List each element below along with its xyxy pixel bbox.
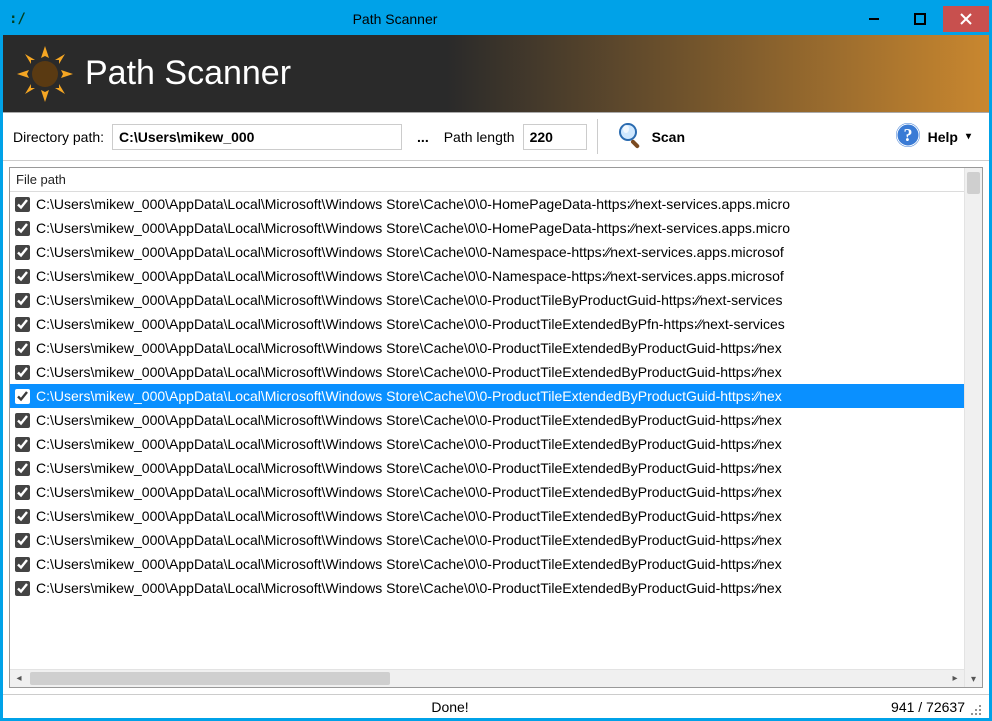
path-length-label: Path length bbox=[444, 129, 515, 145]
path-length-input[interactable] bbox=[523, 124, 587, 150]
row-checkbox[interactable] bbox=[15, 485, 30, 500]
horizontal-scrollbar[interactable]: ◂ ▸ bbox=[10, 669, 964, 687]
horizontal-scroll-thumb[interactable] bbox=[30, 672, 390, 685]
help-button[interactable]: ? Help ▾ bbox=[886, 117, 979, 156]
row-path: C:\Users\mikew_000\AppData\Local\Microso… bbox=[36, 508, 782, 524]
vertical-scrollbar[interactable]: ▾ bbox=[964, 168, 982, 687]
table-row[interactable]: C:\Users\mikew_000\AppData\Local\Microso… bbox=[10, 552, 964, 576]
browse-button[interactable]: ... bbox=[410, 125, 436, 149]
svg-text:?: ? bbox=[903, 125, 912, 145]
row-path: C:\Users\mikew_000\AppData\Local\Microso… bbox=[36, 556, 782, 572]
row-checkbox[interactable] bbox=[15, 509, 30, 524]
resize-grip-icon[interactable] bbox=[969, 703, 983, 717]
chevron-down-icon: ▾ bbox=[966, 131, 971, 142]
scan-label: Scan bbox=[652, 129, 685, 145]
table-row[interactable]: C:\Users\mikew_000\AppData\Local\Microso… bbox=[10, 528, 964, 552]
minimize-button[interactable] bbox=[851, 6, 897, 32]
row-path: C:\Users\mikew_000\AppData\Local\Microso… bbox=[36, 460, 782, 476]
close-button[interactable] bbox=[943, 6, 989, 32]
results-area: File path C:\Users\mikew_000\AppData\Loc… bbox=[3, 161, 989, 694]
row-path: C:\Users\mikew_000\AppData\Local\Microso… bbox=[36, 412, 782, 428]
table-row[interactable]: C:\Users\mikew_000\AppData\Local\Microso… bbox=[10, 312, 964, 336]
row-path: C:\Users\mikew_000\AppData\Local\Microso… bbox=[36, 388, 782, 404]
vertical-scroll-thumb[interactable] bbox=[967, 172, 980, 194]
table-row[interactable]: C:\Users\mikew_000\AppData\Local\Microso… bbox=[10, 240, 964, 264]
table-row[interactable]: C:\Users\mikew_000\AppData\Local\Microso… bbox=[10, 504, 964, 528]
toolbar: Directory path: ... Path length Scan bbox=[3, 113, 989, 161]
table-row[interactable]: C:\Users\mikew_000\AppData\Local\Microso… bbox=[10, 216, 964, 240]
row-checkbox[interactable] bbox=[15, 293, 30, 308]
magnifier-icon bbox=[616, 120, 646, 153]
table-row[interactable]: C:\Users\mikew_000\AppData\Local\Microso… bbox=[10, 432, 964, 456]
table-row[interactable]: C:\Users\mikew_000\AppData\Local\Microso… bbox=[10, 408, 964, 432]
row-checkbox[interactable] bbox=[15, 389, 30, 404]
row-checkbox[interactable] bbox=[15, 245, 30, 260]
row-path: C:\Users\mikew_000\AppData\Local\Microso… bbox=[36, 220, 790, 236]
table-row[interactable]: C:\Users\mikew_000\AppData\Local\Microso… bbox=[10, 576, 964, 600]
scan-button[interactable]: Scan bbox=[608, 116, 693, 157]
row-checkbox[interactable] bbox=[15, 197, 30, 212]
row-path: C:\Users\mikew_000\AppData\Local\Microso… bbox=[36, 244, 784, 260]
table-row[interactable]: C:\Users\mikew_000\AppData\Local\Microso… bbox=[10, 360, 964, 384]
row-path: C:\Users\mikew_000\AppData\Local\Microso… bbox=[36, 436, 782, 452]
table-row[interactable]: C:\Users\mikew_000\AppData\Local\Microso… bbox=[10, 384, 964, 408]
row-checkbox[interactable] bbox=[15, 365, 30, 380]
scroll-right-arrow-icon[interactable]: ▸ bbox=[946, 673, 964, 684]
table-row[interactable]: C:\Users\mikew_000\AppData\Local\Microso… bbox=[10, 456, 964, 480]
dir-path-label: Directory path: bbox=[13, 129, 104, 145]
row-checkbox[interactable] bbox=[15, 341, 30, 356]
row-path: C:\Users\mikew_000\AppData\Local\Microso… bbox=[36, 364, 782, 380]
row-checkbox[interactable] bbox=[15, 557, 30, 572]
row-checkbox[interactable] bbox=[15, 269, 30, 284]
window-title: Path Scanner bbox=[0, 11, 851, 27]
table-row[interactable]: C:\Users\mikew_000\AppData\Local\Microso… bbox=[10, 336, 964, 360]
row-path: C:\Users\mikew_000\AppData\Local\Microso… bbox=[36, 268, 784, 284]
app-header: Path Scanner bbox=[3, 35, 989, 113]
results-frame: File path C:\Users\mikew_000\AppData\Loc… bbox=[9, 167, 983, 688]
status-counts: 941 / 72637 bbox=[891, 699, 969, 715]
help-icon: ? bbox=[894, 121, 922, 152]
row-checkbox[interactable] bbox=[15, 461, 30, 476]
row-checkbox[interactable] bbox=[15, 221, 30, 236]
scroll-left-arrow-icon[interactable]: ◂ bbox=[10, 673, 28, 684]
row-path: C:\Users\mikew_000\AppData\Local\Microso… bbox=[36, 340, 782, 356]
help-label: Help bbox=[928, 129, 958, 145]
table-row[interactable]: C:\Users\mikew_000\AppData\Local\Microso… bbox=[10, 192, 964, 216]
row-checkbox[interactable] bbox=[15, 581, 30, 596]
status-message: Done! bbox=[9, 699, 891, 715]
table-row[interactable]: C:\Users\mikew_000\AppData\Local\Microso… bbox=[10, 288, 964, 312]
scroll-down-arrow-icon[interactable]: ▾ bbox=[965, 674, 982, 685]
row-path: C:\Users\mikew_000\AppData\Local\Microso… bbox=[36, 316, 785, 332]
row-checkbox[interactable] bbox=[15, 437, 30, 452]
window-controls bbox=[851, 6, 989, 32]
row-path: C:\Users\mikew_000\AppData\Local\Microso… bbox=[36, 532, 782, 548]
row-checkbox[interactable] bbox=[15, 317, 30, 332]
row-path: C:\Users\mikew_000\AppData\Local\Microso… bbox=[36, 196, 790, 212]
row-path: C:\Users\mikew_000\AppData\Local\Microso… bbox=[36, 292, 782, 308]
row-checkbox[interactable] bbox=[15, 413, 30, 428]
app-title: Path Scanner bbox=[85, 54, 291, 93]
row-path: C:\Users\mikew_000\AppData\Local\Microso… bbox=[36, 484, 782, 500]
sun-icon bbox=[15, 44, 75, 104]
table-row[interactable]: C:\Users\mikew_000\AppData\Local\Microso… bbox=[10, 264, 964, 288]
separator bbox=[597, 119, 598, 154]
app-window: :/ Path Scanner bbox=[2, 2, 990, 719]
dir-path-input[interactable] bbox=[112, 124, 402, 150]
row-path: C:\Users\mikew_000\AppData\Local\Microso… bbox=[36, 580, 782, 596]
maximize-button[interactable] bbox=[897, 6, 943, 32]
title-bar[interactable]: :/ Path Scanner bbox=[3, 3, 989, 35]
results-list[interactable]: C:\Users\mikew_000\AppData\Local\Microso… bbox=[10, 192, 964, 669]
table-row[interactable]: C:\Users\mikew_000\AppData\Local\Microso… bbox=[10, 480, 964, 504]
column-header-file-path[interactable]: File path bbox=[10, 168, 964, 192]
status-bar: Done! 941 / 72637 bbox=[3, 694, 989, 718]
row-checkbox[interactable] bbox=[15, 533, 30, 548]
